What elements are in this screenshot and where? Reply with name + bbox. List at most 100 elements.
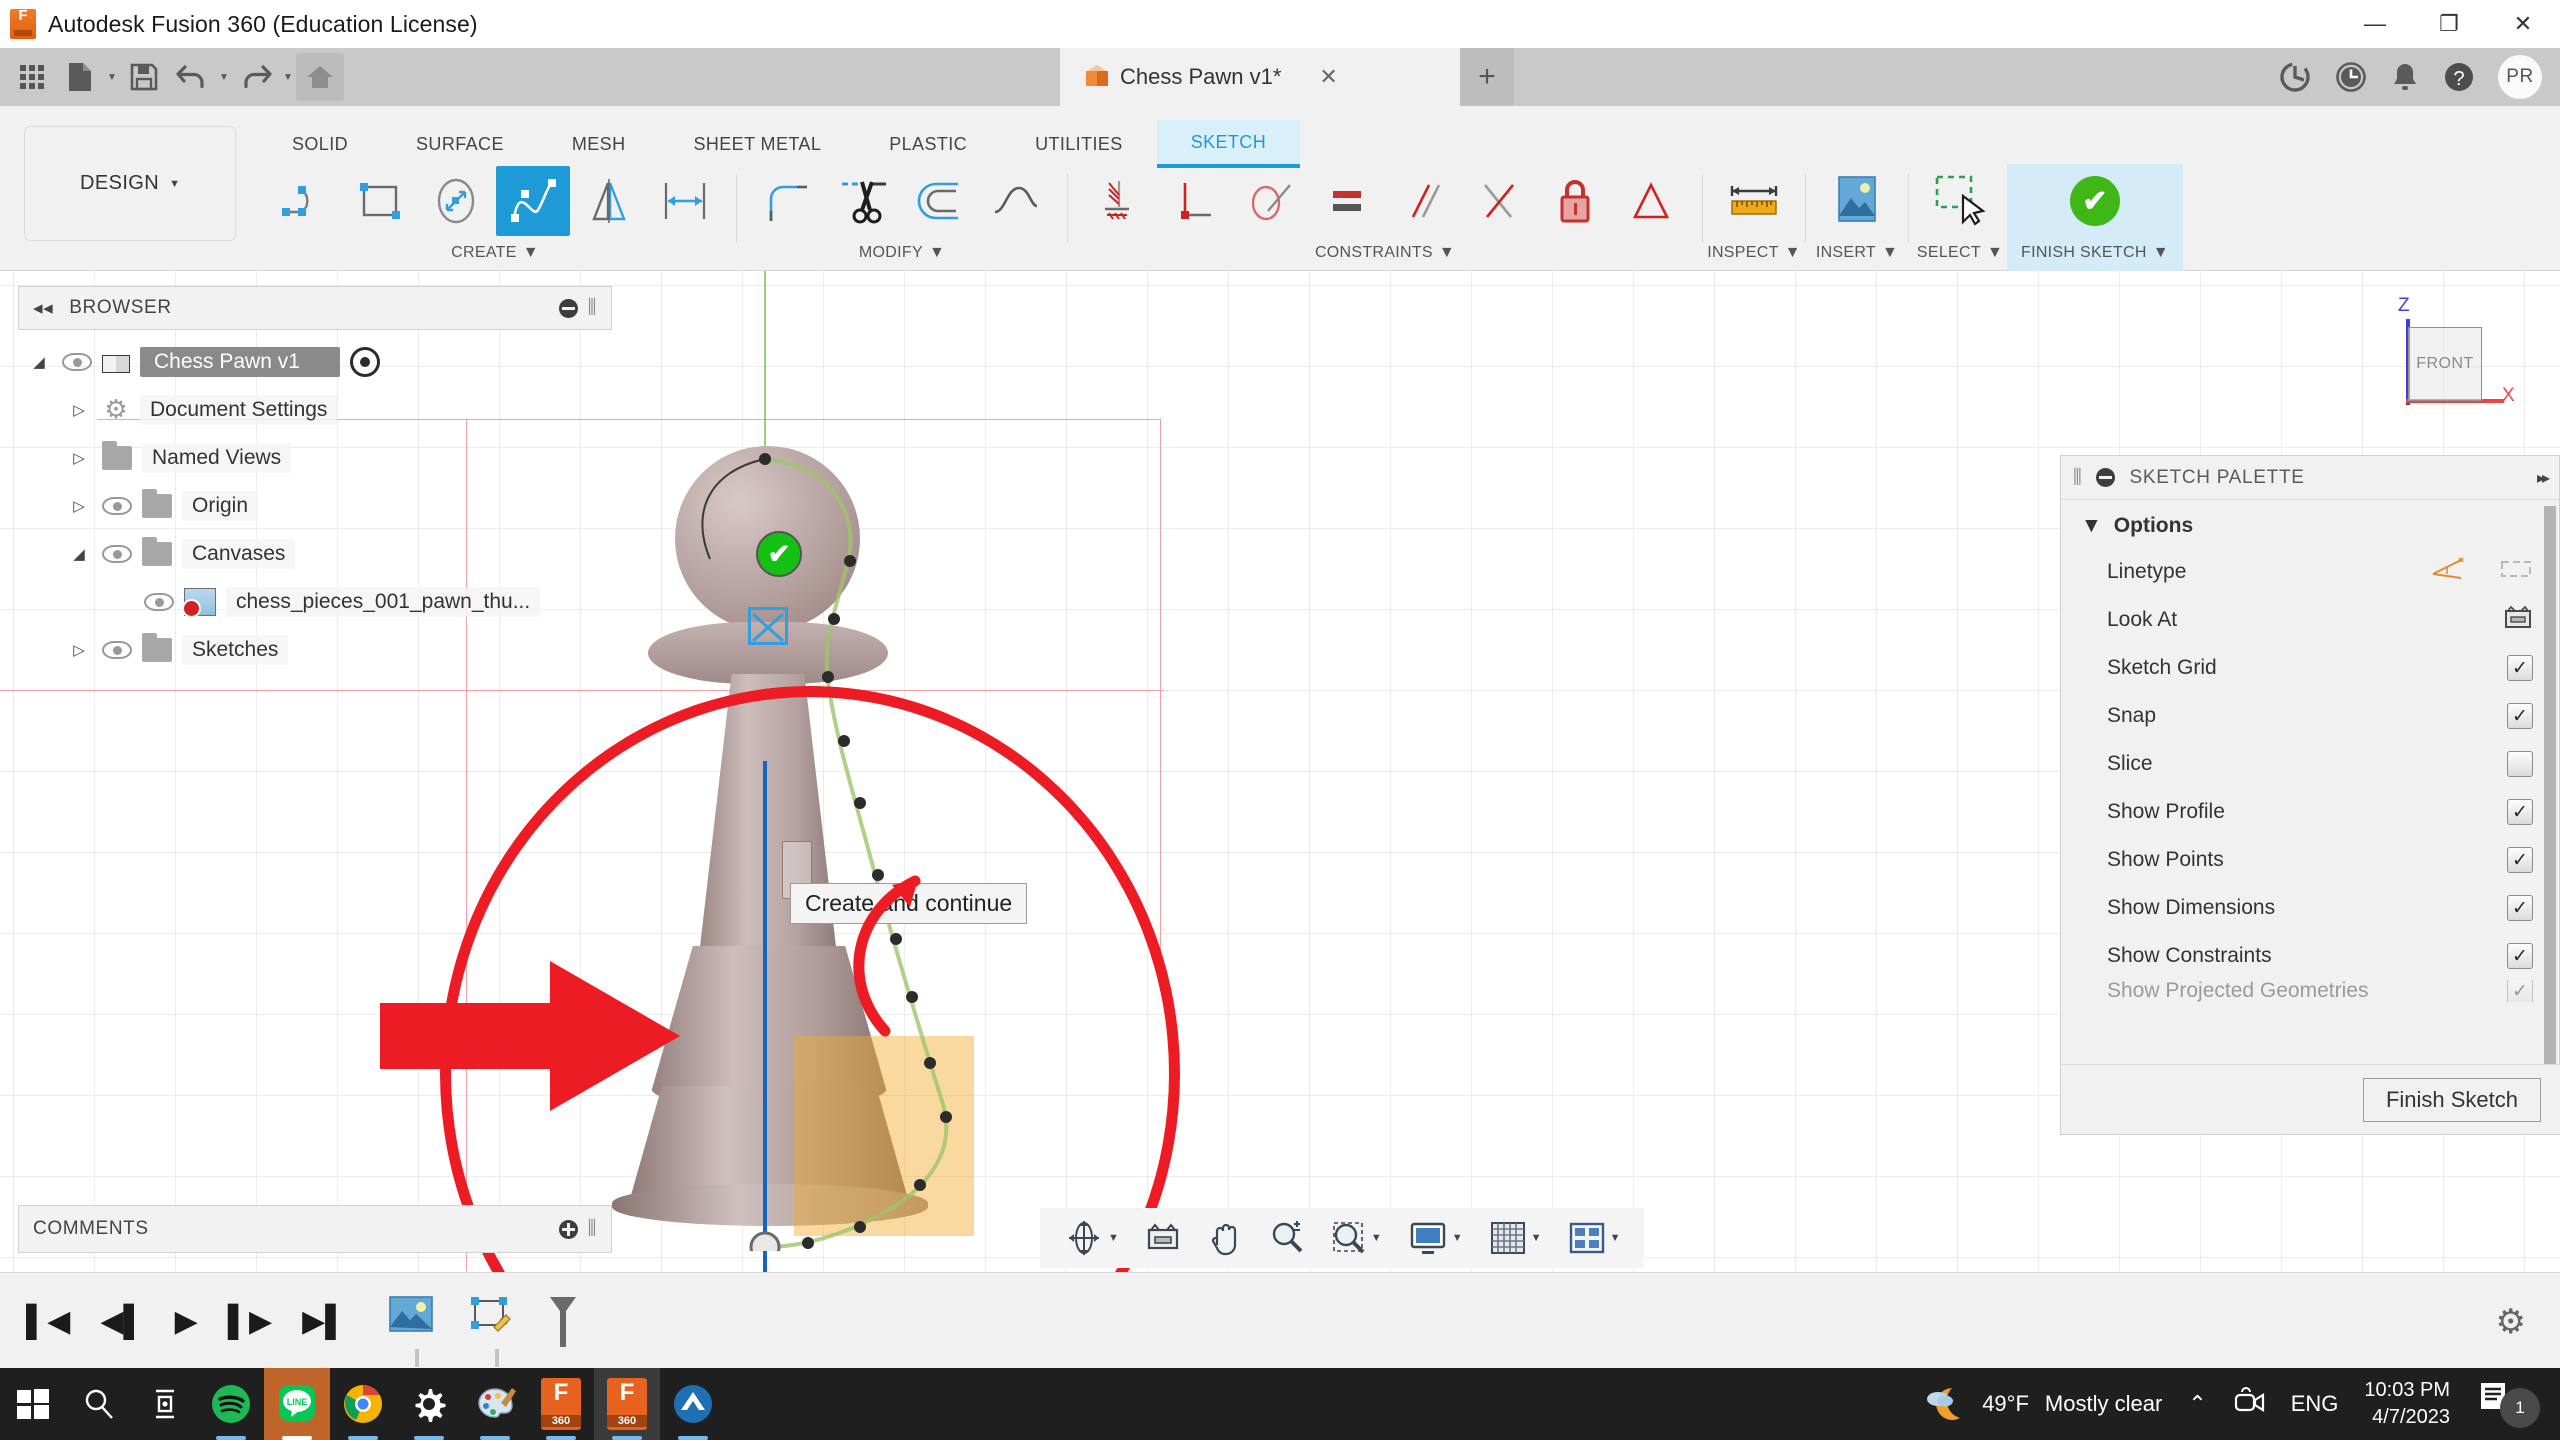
measure-tool-icon[interactable] [1717,166,1791,236]
user-avatar[interactable]: PR [2498,55,2542,99]
ribbon-tab-solid[interactable]: SOLID [258,120,382,168]
coincident-constraint-icon[interactable] [1082,166,1156,236]
palette-grip-icon[interactable]: ⫼ [2073,467,2082,489]
timeline-settings-gear-icon[interactable]: ⚙ [2496,1302,2526,1342]
palette-expand-icon[interactable]: ▸▸ [2537,468,2550,488]
equal-constraint-icon[interactable] [1310,166,1384,236]
close-button[interactable]: ✕ [2486,0,2560,48]
fix-unfix-lock-icon[interactable] [1538,166,1612,236]
browser-minimize-icon[interactable] [558,298,578,318]
sketch-ok-check-icon[interactable]: ✔ [756,531,802,577]
palette-row-show-dimensions[interactable]: Show Dimensions ✓ [2061,884,2559,932]
comments-resize-grip-icon[interactable]: ⫼ [588,1218,597,1240]
chrome-app[interactable] [330,1368,396,1440]
paint-app[interactable] [462,1368,528,1440]
viewports-caret-icon[interactable]: ▼ [1610,1232,1621,1244]
tree-node-document-settings[interactable]: ▷ ⚙ Document Settings [18,386,612,434]
tray-show-hidden-icon[interactable]: ⌃ [2188,1391,2206,1417]
ribbon-tab-utilities[interactable]: UTILITIES [1001,120,1157,168]
ribbon-tab-sketch[interactable]: SKETCH [1156,120,1301,168]
grid-snaps-tool[interactable]: ▼ [1479,1220,1552,1256]
palette-row-show-projected-geometries[interactable]: Show Projected Geometries ✓ [2061,980,2559,1002]
timeline-feature-sketch[interactable] [468,1295,522,1367]
finish-sketch-check-icon[interactable]: ✔ [2058,166,2132,236]
workspace-selector[interactable]: DESIGN ▼ [24,126,236,241]
palette-section-options[interactable]: ▼ Options [2061,500,2559,548]
language-indicator[interactable]: ENG [2291,1391,2339,1417]
spline-handle-marker-icon[interactable] [748,607,788,645]
palette-row-show-constraints[interactable]: Show Constraints ✓ [2061,932,2559,980]
zoom-window-tool[interactable]: ▼ [1321,1220,1392,1256]
document-tab-close-icon[interactable]: ✕ [1319,64,1337,90]
trim-tool-icon[interactable] [827,166,901,236]
orbit-tool[interactable]: ▼ [1054,1218,1129,1258]
display-settings-tool[interactable]: ▼ [1398,1220,1473,1256]
finish-sketch-button[interactable]: Finish Sketch [2362,1077,2541,1122]
extensions-icon[interactable] [2278,60,2312,94]
ribbon-group-inspect-caret-icon[interactable]: ▼ [1785,244,1801,262]
horizontal-vertical-constraint-icon[interactable] [1158,166,1232,236]
ribbon-tab-sheet-metal[interactable]: SHEET METAL [659,120,855,168]
ribbon-group-modify-caret-icon[interactable]: ▼ [929,244,945,262]
add-comment-icon[interactable] [558,1219,578,1239]
palette-row-show-profile[interactable]: Show Profile ✓ [2061,788,2559,836]
sketch-dimension-tool-icon[interactable] [648,166,722,236]
slice-checkbox[interactable] [2507,751,2533,777]
zoom-window-caret-icon[interactable]: ▼ [1371,1232,1382,1244]
curvature-comb-tool-icon[interactable] [979,166,1053,236]
parallel-constraint-icon[interactable] [1386,166,1460,236]
tree-twist-icon[interactable]: ▷ [66,641,92,659]
pan-tool[interactable] [1197,1219,1253,1257]
timeline-play-button[interactable]: ▶ [175,1304,198,1339]
tree-twist-icon[interactable]: ▷ [66,497,92,515]
circle-tool-icon[interactable] [420,166,494,236]
snap-checkbox[interactable]: ✓ [2507,703,2533,729]
ribbon-tab-surface[interactable]: SURFACE [382,120,538,168]
show-projected-geometries-checkbox[interactable]: ✓ [2507,980,2533,1002]
settings-app[interactable] [396,1368,462,1440]
search-icon[interactable] [66,1368,132,1440]
minimize-button[interactable]: — [2338,0,2412,48]
tangent-constraint-icon[interactable] [1234,166,1308,236]
help-icon[interactable]: ? [2442,60,2476,94]
symmetry-constraint-icon[interactable] [1614,166,1688,236]
visibility-eye-icon[interactable] [62,351,92,373]
mirror-tool-icon[interactable] [572,166,646,236]
show-data-panel-icon[interactable] [8,53,56,101]
tree-twist-icon[interactable]: ▷ [66,449,92,467]
new-tab-button[interactable]: + [1460,48,1514,106]
canvas-insert-image-icon[interactable] [1820,166,1894,236]
timeline-go-to-end-button[interactable]: ▶▌ [302,1304,346,1339]
zoom-tool[interactable] [1259,1220,1315,1256]
show-dimensions-checkbox[interactable]: ✓ [2507,895,2533,921]
redo-icon[interactable] [232,53,280,101]
sketch-grid-checkbox[interactable]: ✓ [2507,655,2533,681]
show-constraints-checkbox[interactable]: ✓ [2507,943,2533,969]
home-icon[interactable] [296,53,344,101]
visibility-eye-icon[interactable] [102,639,132,661]
task-view-icon[interactable] [132,1368,198,1440]
browser-collapse-icon[interactable]: ◂◂ [33,297,53,320]
ribbon-group-insert-caret-icon[interactable]: ▼ [1882,244,1898,262]
fusion360-app-2[interactable]: F 360 [594,1368,660,1440]
palette-row-slice[interactable]: Slice [2061,740,2559,788]
tree-twist-icon[interactable]: ▷ [66,401,92,419]
ribbon-group-finish-sketch-caret-icon[interactable]: ▼ [2153,244,2169,262]
palette-row-look-at[interactable]: Look At [2061,596,2559,644]
fillet-tool-icon[interactable] [751,166,825,236]
maximize-button[interactable]: ❐ [2412,0,2486,48]
weather-widget[interactable]: 49°F Mostly clear [1922,1384,2162,1424]
file-menu-caret-icon[interactable]: ▼ [104,53,120,101]
ribbon-group-create-caret-icon[interactable]: ▼ [523,244,539,262]
fit-point-spline-tool-icon[interactable] [496,166,570,236]
tree-node-chess-pawn[interactable]: ◢ Chess Pawn v1 [18,338,612,386]
redo-caret-icon[interactable]: ▼ [280,53,296,101]
fusion360-app-1[interactable]: F 360 [528,1368,594,1440]
palette-row-snap[interactable]: Snap ✓ [2061,692,2559,740]
offset-tool-icon[interactable] [903,166,977,236]
look-at-tool[interactable] [1135,1222,1191,1254]
timeline-step-forward-button[interactable]: ▌▶ [228,1304,272,1339]
palette-row-sketch-grid[interactable]: Sketch Grid ✓ [2061,644,2559,692]
save-icon[interactable] [120,53,168,101]
bell-icon[interactable] [2390,61,2420,93]
